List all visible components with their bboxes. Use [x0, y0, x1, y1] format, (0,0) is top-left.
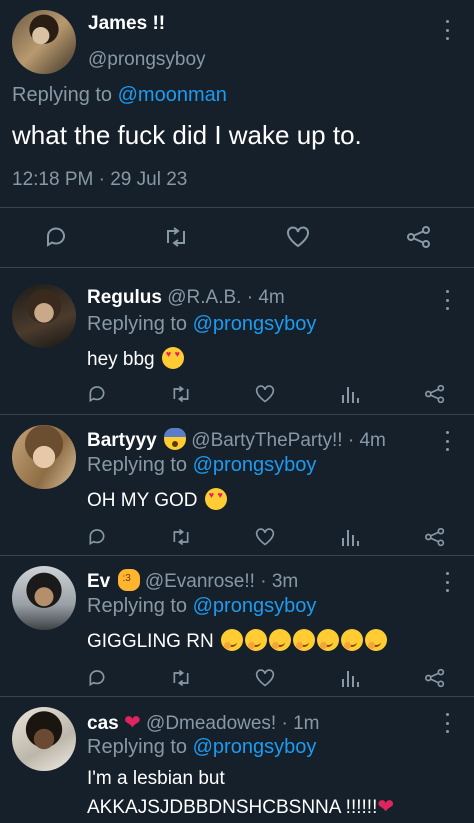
reply-header: Bartyyy @BartyTheParty!! · 4m — [87, 428, 386, 452]
emoji-row — [219, 629, 387, 652]
replying-to-handle[interactable]: @prongsyboy — [193, 595, 317, 617]
replying-to-label: Replying to — [87, 736, 188, 758]
like-icon[interactable] — [254, 384, 276, 404]
avatar[interactable] — [12, 707, 76, 771]
author-handle[interactable]: @R.A.B. — [167, 287, 241, 308]
reply-text: hey bbg — [87, 347, 184, 371]
author-handle[interactable]: @prongsyboy — [88, 49, 206, 71]
share-icon[interactable] — [424, 384, 446, 404]
reply-icon[interactable] — [87, 527, 107, 547]
divider — [0, 207, 474, 208]
like-icon[interactable] — [254, 527, 276, 547]
author-name[interactable]: Regulus — [87, 287, 162, 308]
reply-header: cas ❤ @Dmeadowes! · 1m — [87, 710, 319, 735]
red-heart-icon: ❤ — [377, 796, 395, 818]
replying-to-label: Replying to — [87, 595, 188, 617]
face-with-hand-over-mouth-icon — [340, 629, 363, 651]
face-with-hand-over-mouth-icon — [316, 629, 339, 651]
smiling-face-with-heart-eyes-icon — [204, 488, 227, 510]
replying-to-label: Replying to — [87, 454, 188, 476]
reply-tweet[interactable]: Ev @Evanrose!! · 3m Replying to @prongsy… — [0, 556, 474, 696]
views-icon[interactable] — [340, 384, 360, 404]
like-icon[interactable] — [254, 668, 276, 688]
replying-to: Replying to @prongsyboy — [87, 313, 316, 336]
reply-tweet[interactable]: Regulus @R.A.B. · 4m Replying to @prongs… — [0, 268, 474, 408]
face-screaming-in-fear-icon — [164, 428, 186, 450]
more-options-icon[interactable] — [444, 713, 450, 733]
reply-icon[interactable] — [87, 384, 107, 404]
reply-icon[interactable] — [44, 225, 68, 249]
views-icon[interactable] — [340, 668, 360, 688]
replying-to: Replying to @prongsyboy — [87, 454, 316, 477]
views-icon[interactable] — [340, 527, 360, 547]
reply-text-content: OH MY GOD — [87, 490, 198, 511]
replying-to-label: Replying to — [87, 313, 188, 335]
reply-text-content: GIGGLING RN — [87, 631, 214, 652]
reply-icon[interactable] — [87, 668, 107, 688]
avatar[interactable] — [12, 284, 76, 348]
reply-text-line-1: I'm a lesbian but — [87, 768, 225, 789]
retweet-icon[interactable] — [170, 527, 192, 547]
author-name[interactable]: cas — [87, 713, 119, 734]
reply-header: Regulus @R.A.B. · 4m — [87, 287, 285, 309]
share-icon[interactable] — [424, 527, 446, 547]
retweet-icon[interactable] — [163, 225, 189, 249]
replying-to-handle[interactable]: @prongsyboy — [193, 454, 317, 476]
reply-text: GIGGLING RN — [87, 629, 387, 653]
smiling-face-with-heart-eyes-icon — [161, 347, 184, 369]
author-handle[interactable]: @BartyTheParty!! — [191, 430, 342, 451]
replying-to-label: Replying to — [12, 84, 113, 106]
reply-tweet[interactable]: cas ❤ @Dmeadowes! · 1m Replying to @pron… — [0, 697, 474, 823]
reply-time: · 4m — [241, 287, 285, 308]
share-icon[interactable] — [424, 668, 446, 688]
avatar[interactable] — [12, 425, 76, 489]
reply-text-content: hey bbg — [87, 349, 155, 370]
reply-text: OH MY GOD — [87, 488, 227, 512]
retweet-icon[interactable] — [170, 384, 192, 404]
red-heart-icon: ❤ — [123, 712, 141, 734]
author-handle[interactable]: @Evanrose!! — [145, 571, 255, 592]
face-with-hand-over-mouth-icon — [244, 629, 267, 651]
author-name[interactable]: Ev — [87, 571, 110, 592]
face-with-hand-over-mouth-icon — [268, 629, 291, 651]
replying-to-handle[interactable]: @prongsyboy — [193, 313, 317, 335]
more-options-icon[interactable] — [444, 431, 450, 451]
replying-to-handle[interactable]: @moonman — [118, 84, 227, 106]
more-options-icon[interactable] — [444, 572, 450, 592]
reply-text-line-2: AKKAJSJDBBDNSHCBSNNA !!!!!!❤ — [87, 794, 394, 819]
replying-to: Replying to @prongsyboy — [87, 736, 316, 759]
reply-time: · 4m — [342, 430, 386, 451]
author-name[interactable]: Bartyyy — [87, 430, 157, 451]
retweet-icon[interactable] — [170, 668, 192, 688]
tweet-text: what the fuck did I wake up to. — [12, 120, 362, 150]
face-with-hand-over-mouth-icon — [364, 629, 387, 651]
reply-text-content: AKKAJSJDBBDNSHCBSNNA !!!!!! — [87, 797, 378, 818]
more-options-icon[interactable] — [444, 20, 450, 40]
face-with-hand-over-mouth-icon — [292, 629, 315, 651]
author-handle[interactable]: @Dmeadowes! — [146, 713, 276, 734]
cat-face-icon — [117, 569, 140, 591]
reply-time: · 1m — [276, 713, 320, 734]
more-options-icon[interactable] — [444, 290, 450, 310]
share-icon[interactable] — [406, 225, 432, 249]
replying-to: Replying to @prongsyboy — [87, 595, 316, 618]
reply-header: Ev @Evanrose!! · 3m — [87, 569, 298, 593]
replying-to-handle[interactable]: @prongsyboy — [193, 736, 317, 758]
tweet-timestamp[interactable]: 12:18 PM · 29 Jul 23 — [12, 169, 187, 191]
replying-to: Replying to @moonman — [12, 84, 227, 107]
avatar[interactable] — [12, 10, 76, 74]
reply-tweet[interactable]: Bartyyy @BartyTheParty!! · 4m Replying t… — [0, 415, 474, 555]
reply-time: · 3m — [254, 571, 299, 592]
avatar[interactable] — [12, 566, 76, 630]
like-icon[interactable] — [285, 225, 311, 249]
author-name[interactable]: James !! — [88, 13, 165, 35]
face-with-hand-over-mouth-icon — [220, 629, 243, 651]
